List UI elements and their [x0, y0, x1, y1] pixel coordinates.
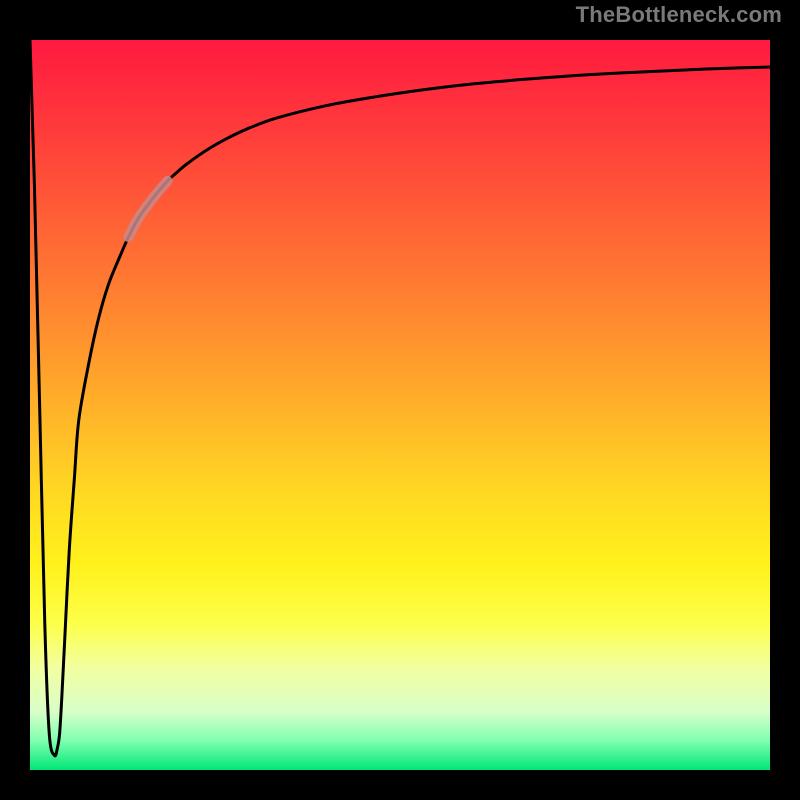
curve-svg — [30, 40, 770, 770]
bottleneck-curve — [30, 40, 770, 756]
chart-frame — [15, 25, 785, 785]
highlight-segment — [128, 181, 167, 237]
watermark-text: TheBottleneck.com — [576, 2, 782, 28]
plot-area — [30, 40, 770, 770]
